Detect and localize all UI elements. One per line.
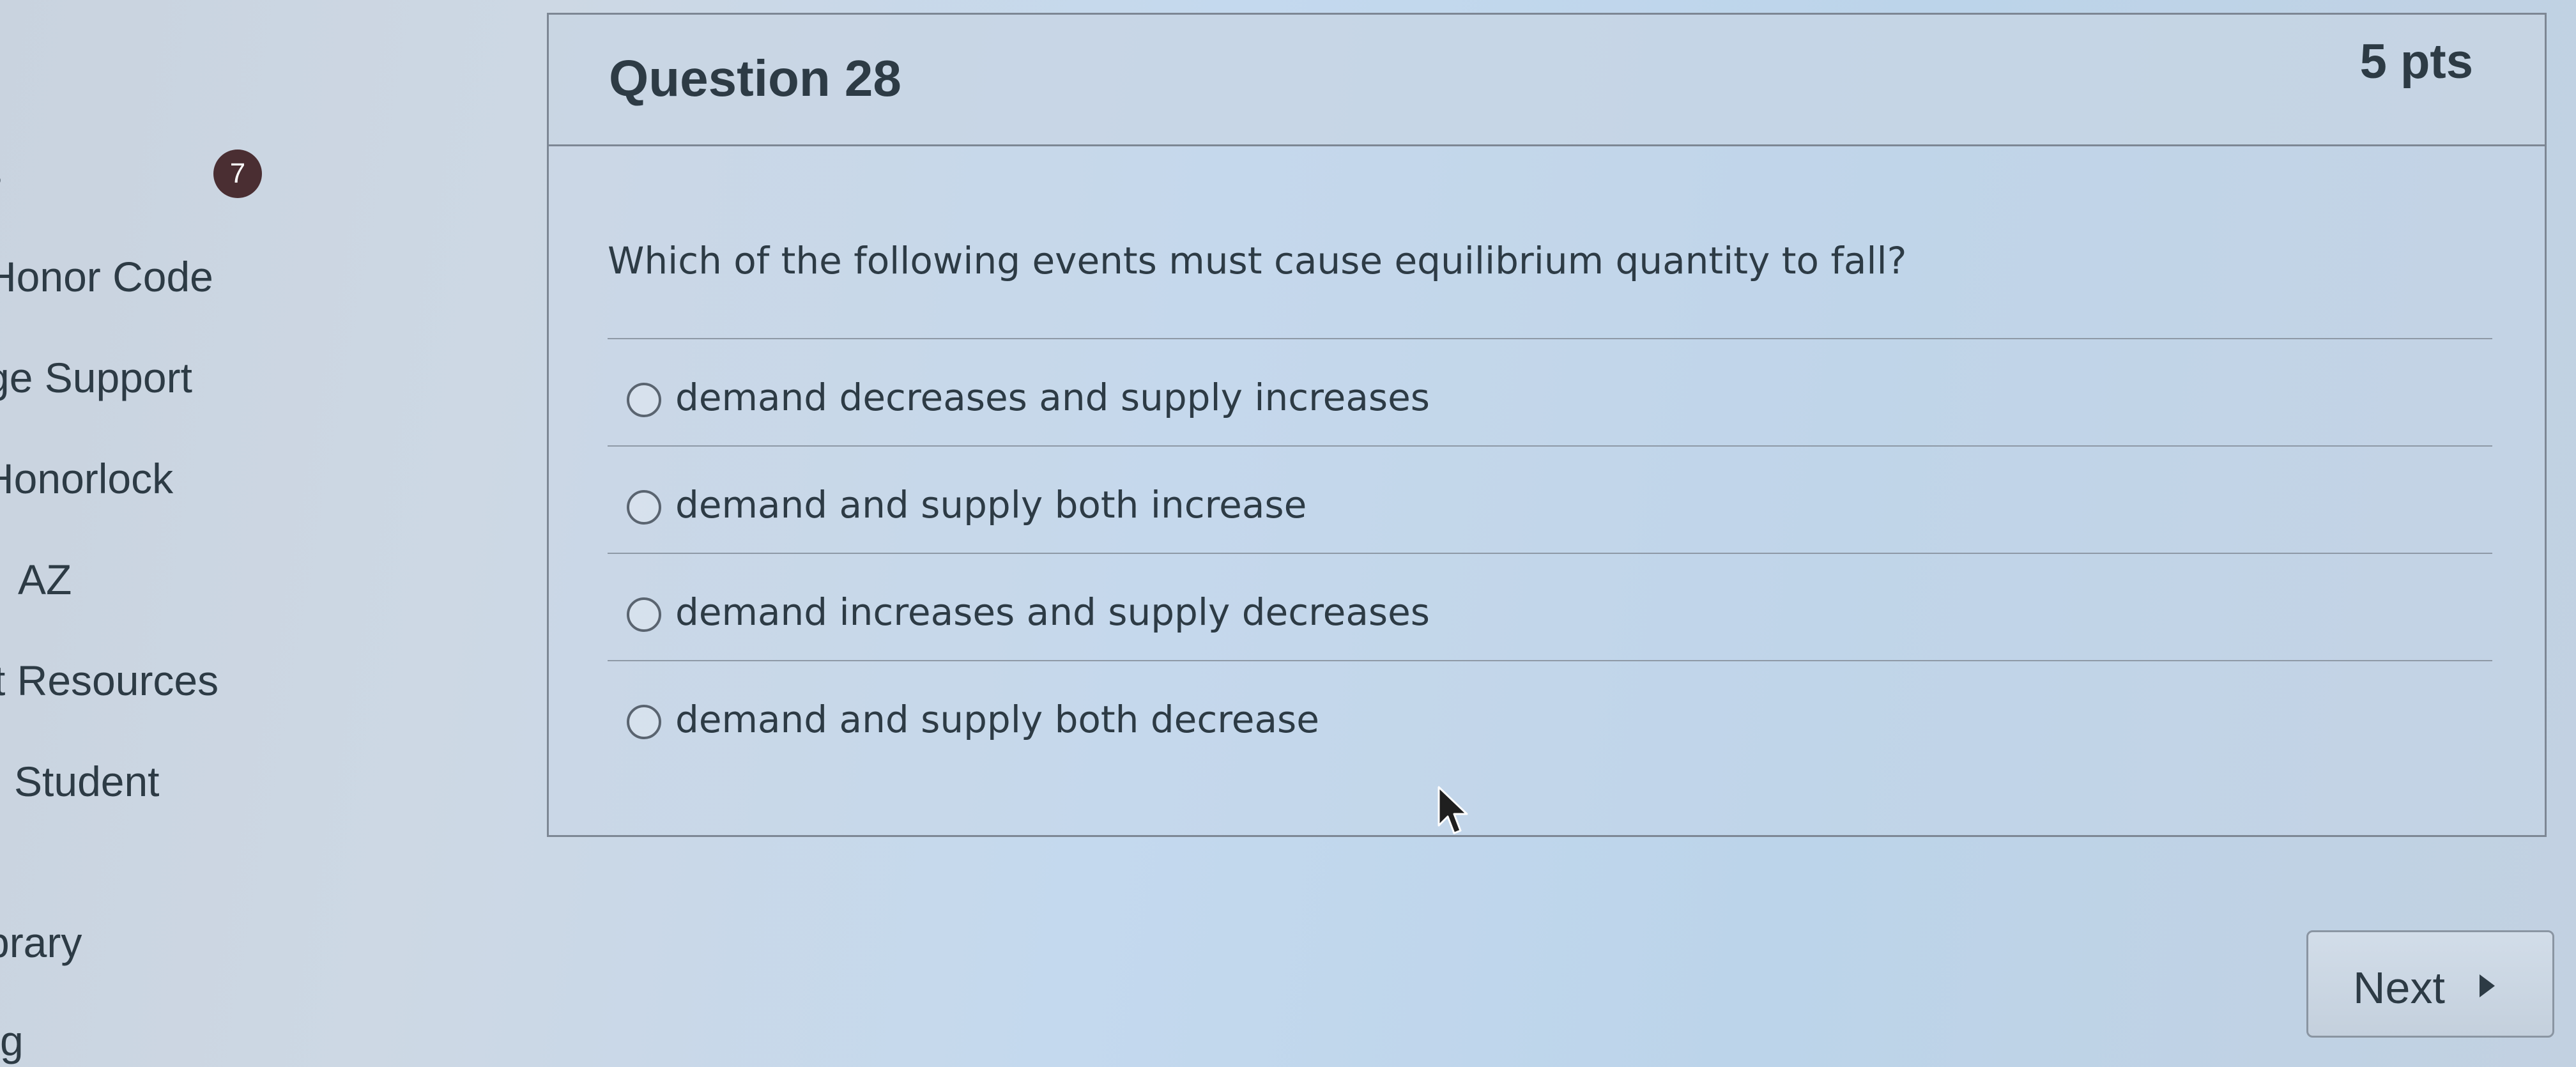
answer-label: demand decreases and supply increases (675, 376, 1430, 419)
nav-item-resources[interactable]: t Resources (0, 659, 218, 702)
answer-option[interactable]: demand increases and supply decreases (608, 553, 2492, 660)
answer-option[interactable]: demand decreases and supply increases (608, 338, 2492, 445)
question-header: Question 28 5 pts (549, 15, 2545, 146)
nav-item-partial-bottom[interactable]: g (0, 1020, 24, 1062)
answer-label: demand and supply both decrease (675, 698, 1319, 741)
mouse-cursor-icon (1438, 786, 1468, 834)
nav-item-honor-code[interactable]: Honor Code (0, 256, 213, 298)
nav-item-student[interactable]: Student (14, 760, 160, 802)
answer-label: demand and supply both increase (675, 483, 1307, 526)
nav-item-library[interactable]: brary (0, 921, 82, 963)
question-text: Which of the following events must cause… (608, 239, 1907, 282)
nav-item-az[interactable]: AZ (18, 558, 72, 601)
radio-button[interactable] (627, 705, 661, 739)
next-button-label: Next (2353, 963, 2445, 1013)
answer-option[interactable]: demand and supply both decrease (608, 660, 2492, 767)
next-button[interactable]: Next (2306, 930, 2554, 1038)
answer-option[interactable]: demand and supply both increase (608, 445, 2492, 553)
nav-item-honorlock[interactable]: Honorlock (0, 457, 173, 500)
nav-item-support[interactable]: ge Support (0, 357, 192, 399)
notification-badge: 7 (213, 150, 262, 198)
question-title: Question 28 (609, 50, 901, 107)
answer-label: demand increases and supply decreases (675, 590, 1430, 634)
course-navigation: s 7 Honor Code ge Support Honorlock AZ t… (0, 0, 268, 1067)
question-panel: Question 28 5 pts Which of the following… (547, 13, 2547, 837)
radio-button[interactable] (627, 490, 661, 525)
radio-button[interactable] (627, 383, 661, 417)
answer-list: demand decreases and supply increases de… (608, 338, 2492, 767)
radio-button[interactable] (627, 597, 661, 632)
question-body: Which of the following events must cause… (549, 146, 2545, 835)
caret-right-icon (2480, 974, 2495, 997)
nav-item-partial-top[interactable]: s (0, 151, 2, 193)
question-points: 5 pts (2359, 35, 2473, 89)
